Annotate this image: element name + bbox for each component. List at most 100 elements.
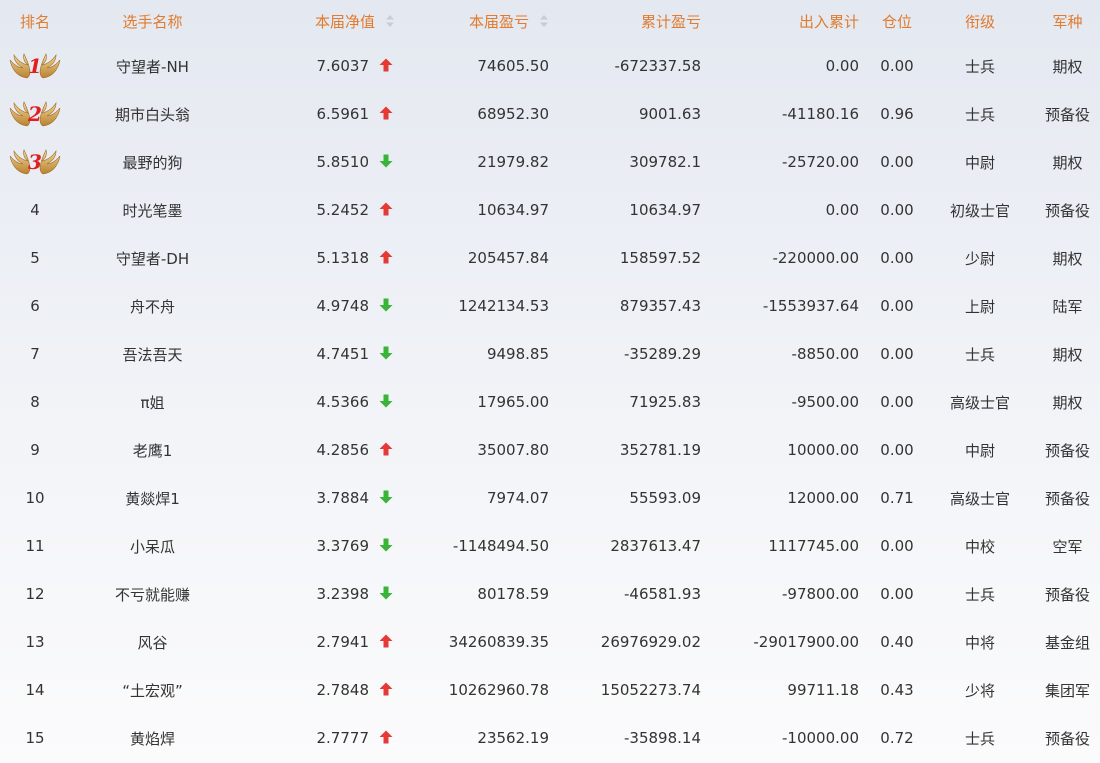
rank-title-cell: 少尉	[964, 249, 995, 268]
cumulative-pnl-cell: -35289.29	[624, 345, 701, 363]
table-row[interactable]: 5 守望者-DH 5.1318 205457.84 158597.52 -220000.0…	[0, 234, 1100, 282]
nav-cell: 2.7777	[235, 714, 399, 762]
player-name-link[interactable]: 黄燚焊1	[70, 474, 235, 522]
col-header-rank[interactable]: 排名	[0, 0, 70, 42]
arm-cell: 预备役	[1044, 489, 1090, 508]
rank-cell: 3	[0, 138, 70, 186]
col-header-position[interactable]: 仓位	[859, 0, 935, 42]
sort-icon[interactable]	[385, 14, 395, 28]
down-arrow-icon	[379, 346, 393, 360]
position-cell: 0.43	[880, 681, 914, 699]
player-name-link[interactable]: 最野的狗	[70, 138, 235, 186]
nav-cell: 5.2452	[235, 186, 399, 234]
arm-cell: 期权	[1052, 249, 1083, 268]
col-header-nav-label[interactable]: 本届净值	[315, 13, 375, 31]
nav-value: 3.2398	[316, 585, 370, 603]
pnl-cell: 9498.85	[486, 345, 549, 363]
player-name-link[interactable]: π姐	[70, 378, 235, 426]
table-row[interactable]: 3 最野的狗 5.8510 21979.82 309782.1 -25720.00 0.00…	[0, 138, 1100, 186]
position-cell: 0.00	[880, 249, 914, 267]
col-header-name[interactable]: 选手名称	[70, 0, 235, 42]
pnl-cell: 1242134.53	[458, 297, 549, 315]
table-row[interactable]: 8 π姐 4.5366 17965.00 71925.83 -9500.00 0.00 高级士…	[0, 378, 1100, 426]
col-header-nav[interactable]: 本届净值	[235, 0, 399, 42]
table-row[interactable]: 13 风谷 2.7941 34260839.35 26976929.02 -2901790…	[0, 618, 1100, 666]
pnl-cell: 10262960.78	[448, 681, 549, 699]
pnl-cell: 34260839.35	[448, 633, 549, 651]
rank-title-cell: 少将	[964, 681, 995, 700]
rank-cell: 6	[30, 297, 40, 315]
col-header-pnl-label[interactable]: 本届盈亏	[469, 13, 529, 31]
rank-cell: 5	[30, 249, 40, 267]
cumulative-pnl-cell: -672337.58	[614, 57, 701, 75]
pnl-cell: 23562.19	[477, 729, 549, 747]
rank-title-cell: 上尉	[964, 297, 995, 316]
rank-title-cell: 士兵	[964, 105, 995, 124]
nav-cell: 5.1318	[235, 234, 399, 282]
player-name-link[interactable]: 风谷	[70, 618, 235, 666]
arm-cell: 基金组	[1044, 633, 1090, 652]
sort-icon[interactable]	[539, 14, 549, 28]
flow-cell: 0.00	[825, 57, 859, 75]
nav-cell: 3.2398	[235, 570, 399, 618]
nav-value: 3.7884	[316, 489, 370, 507]
player-name-link[interactable]: 老鹰1	[70, 426, 235, 474]
player-name-link[interactable]: 小呆瓜	[70, 522, 235, 570]
pnl-cell: 10634.97	[477, 201, 549, 219]
table-row[interactable]: 4 时光笔墨 5.2452 10634.97 10634.97 0.00 0.00 初级士官 预…	[0, 186, 1100, 234]
player-name-link[interactable]: “土宏观”	[70, 666, 235, 714]
down-arrow-icon	[379, 154, 393, 168]
player-name-link[interactable]: 舟不舟	[70, 282, 235, 330]
cumulative-pnl-cell: 352781.19	[619, 441, 701, 459]
position-cell: 0.00	[880, 153, 914, 171]
flow-cell: -9500.00	[791, 393, 859, 411]
col-header-flow[interactable]: 出入累计	[703, 0, 859, 42]
up-arrow-icon	[379, 634, 393, 648]
nav-value: 7.6037	[316, 57, 370, 75]
position-cell: 0.00	[880, 297, 914, 315]
table-row[interactable]: 11 小呆瓜 3.3769 -1148494.50 2837613.47 1117745.…	[0, 522, 1100, 570]
table-row[interactable]: 14 “土宏观” 2.7848 10262960.78 15052273.74 99711…	[0, 666, 1100, 714]
table-row[interactable]: 15 黄焰焊 2.7777 23562.19 -35898.14 -10000.00 0.7…	[0, 714, 1100, 762]
nav-value: 2.7941	[316, 633, 370, 651]
table-row[interactable]: 1 守望者-NH 7.6037 74605.50 -672337.58 0.00 0.00 士…	[0, 42, 1100, 90]
table-row[interactable]: 12 不亏就能赚 3.2398 80178.59 -46581.93 -97800.00 0…	[0, 570, 1100, 618]
player-name-link[interactable]: 黄焰焊	[70, 714, 235, 762]
down-arrow-icon	[379, 298, 393, 312]
up-arrow-icon	[379, 58, 393, 72]
player-name-link[interactable]: 期市白头翁	[70, 90, 235, 138]
rank-cell: 2	[0, 90, 70, 138]
nav-value: 5.8510	[316, 153, 370, 171]
col-header-arm[interactable]: 军种	[1025, 0, 1100, 42]
player-name-link[interactable]: 守望者-NH	[70, 42, 235, 90]
table-row[interactable]: 6 舟不舟 4.9748 1242134.53 879357.43 -1553937.64…	[0, 282, 1100, 330]
player-name-link[interactable]: 守望者-DH	[70, 234, 235, 282]
arm-cell: 期权	[1052, 57, 1083, 76]
rank-cell: 1	[0, 42, 70, 90]
table-row[interactable]: 10 黄燚焊1 3.7884 7974.07 55593.09 12000.00 0.71 高…	[0, 474, 1100, 522]
rank-cell: 12	[25, 585, 45, 603]
down-arrow-icon	[379, 538, 393, 552]
player-name-link[interactable]: 时光笔墨	[70, 186, 235, 234]
table-row[interactable]: 9 老鹰1 4.2856 35007.80 352781.19 10000.00 0.00 中…	[0, 426, 1100, 474]
player-name-link[interactable]: 不亏就能赚	[70, 570, 235, 618]
nav-cell: 2.7848	[235, 666, 399, 714]
up-arrow-icon	[379, 250, 393, 264]
position-cell: 0.71	[880, 489, 914, 507]
position-cell: 0.00	[880, 345, 914, 363]
rank-title-cell: 中将	[964, 633, 995, 652]
flow-cell: 99711.18	[787, 681, 859, 699]
pnl-cell: 74605.50	[477, 57, 549, 75]
arm-cell: 陆军	[1052, 297, 1083, 316]
pnl-cell: 68952.30	[477, 105, 549, 123]
table-row[interactable]: 2 期市白头翁 6.5961 68952.30 9001.63 -41180.16 0.96…	[0, 90, 1100, 138]
col-header-cumulative[interactable]: 累计盈亏	[553, 0, 703, 42]
col-header-rank-title[interactable]: 衔级	[935, 0, 1025, 42]
rank-cell: 13	[25, 633, 45, 651]
nav-value: 5.2452	[316, 201, 370, 219]
table-row[interactable]: 7 吾法吾天 4.7451 9498.85 -35289.29 -8850.00 0.00 士…	[0, 330, 1100, 378]
rank-cell: 11	[25, 537, 45, 555]
player-name-link[interactable]: 吾法吾天	[70, 330, 235, 378]
col-header-pnl[interactable]: 本届盈亏	[399, 0, 553, 42]
arm-cell: 期权	[1052, 393, 1083, 412]
